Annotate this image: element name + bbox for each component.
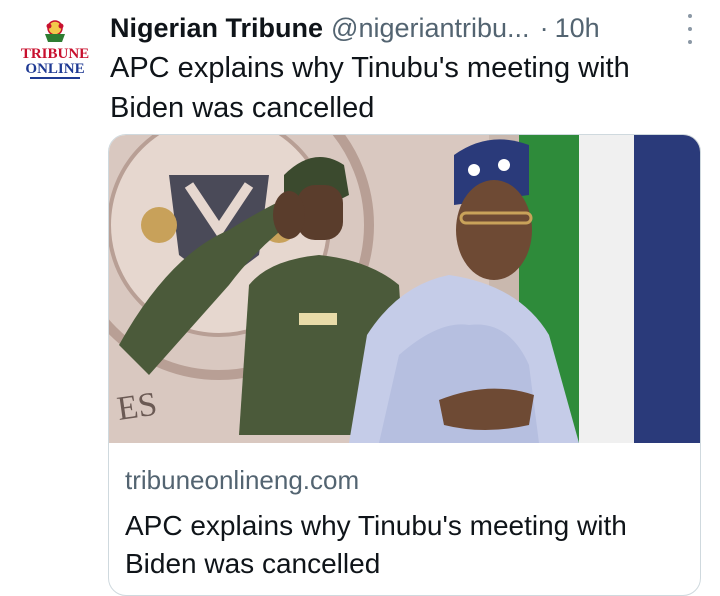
logo-line2: ONLINE	[25, 61, 84, 77]
article-image: ES	[109, 135, 700, 443]
tribune-online-logo-icon: TRIBUNE ONLINE	[18, 14, 92, 88]
seal-text: ES	[115, 386, 159, 428]
link-card[interactable]: ES tribuneonlineng.com APC explains why …	[108, 134, 701, 596]
tweet-header: Nigerian Tribune @nigeriantribu... · 10h	[110, 8, 700, 48]
card-domain[interactable]: tribuneonlineng.com	[125, 465, 359, 496]
separator: ·	[539, 12, 549, 43]
more-options-icon[interactable]	[686, 14, 694, 44]
logo-line1: TRIBUNE	[21, 46, 89, 62]
author-handle[interactable]: @nigeriantribu...	[331, 13, 530, 44]
timestamp[interactable]: 10h	[555, 13, 600, 44]
tweet-text: APC explains why Tinubu's meeting with B…	[110, 52, 630, 124]
avatar[interactable]: TRIBUNE ONLINE	[18, 14, 92, 88]
author-name[interactable]: Nigerian Tribune	[110, 13, 323, 44]
card-title[interactable]: APC explains why Tinubu's meeting with B…	[125, 507, 690, 583]
